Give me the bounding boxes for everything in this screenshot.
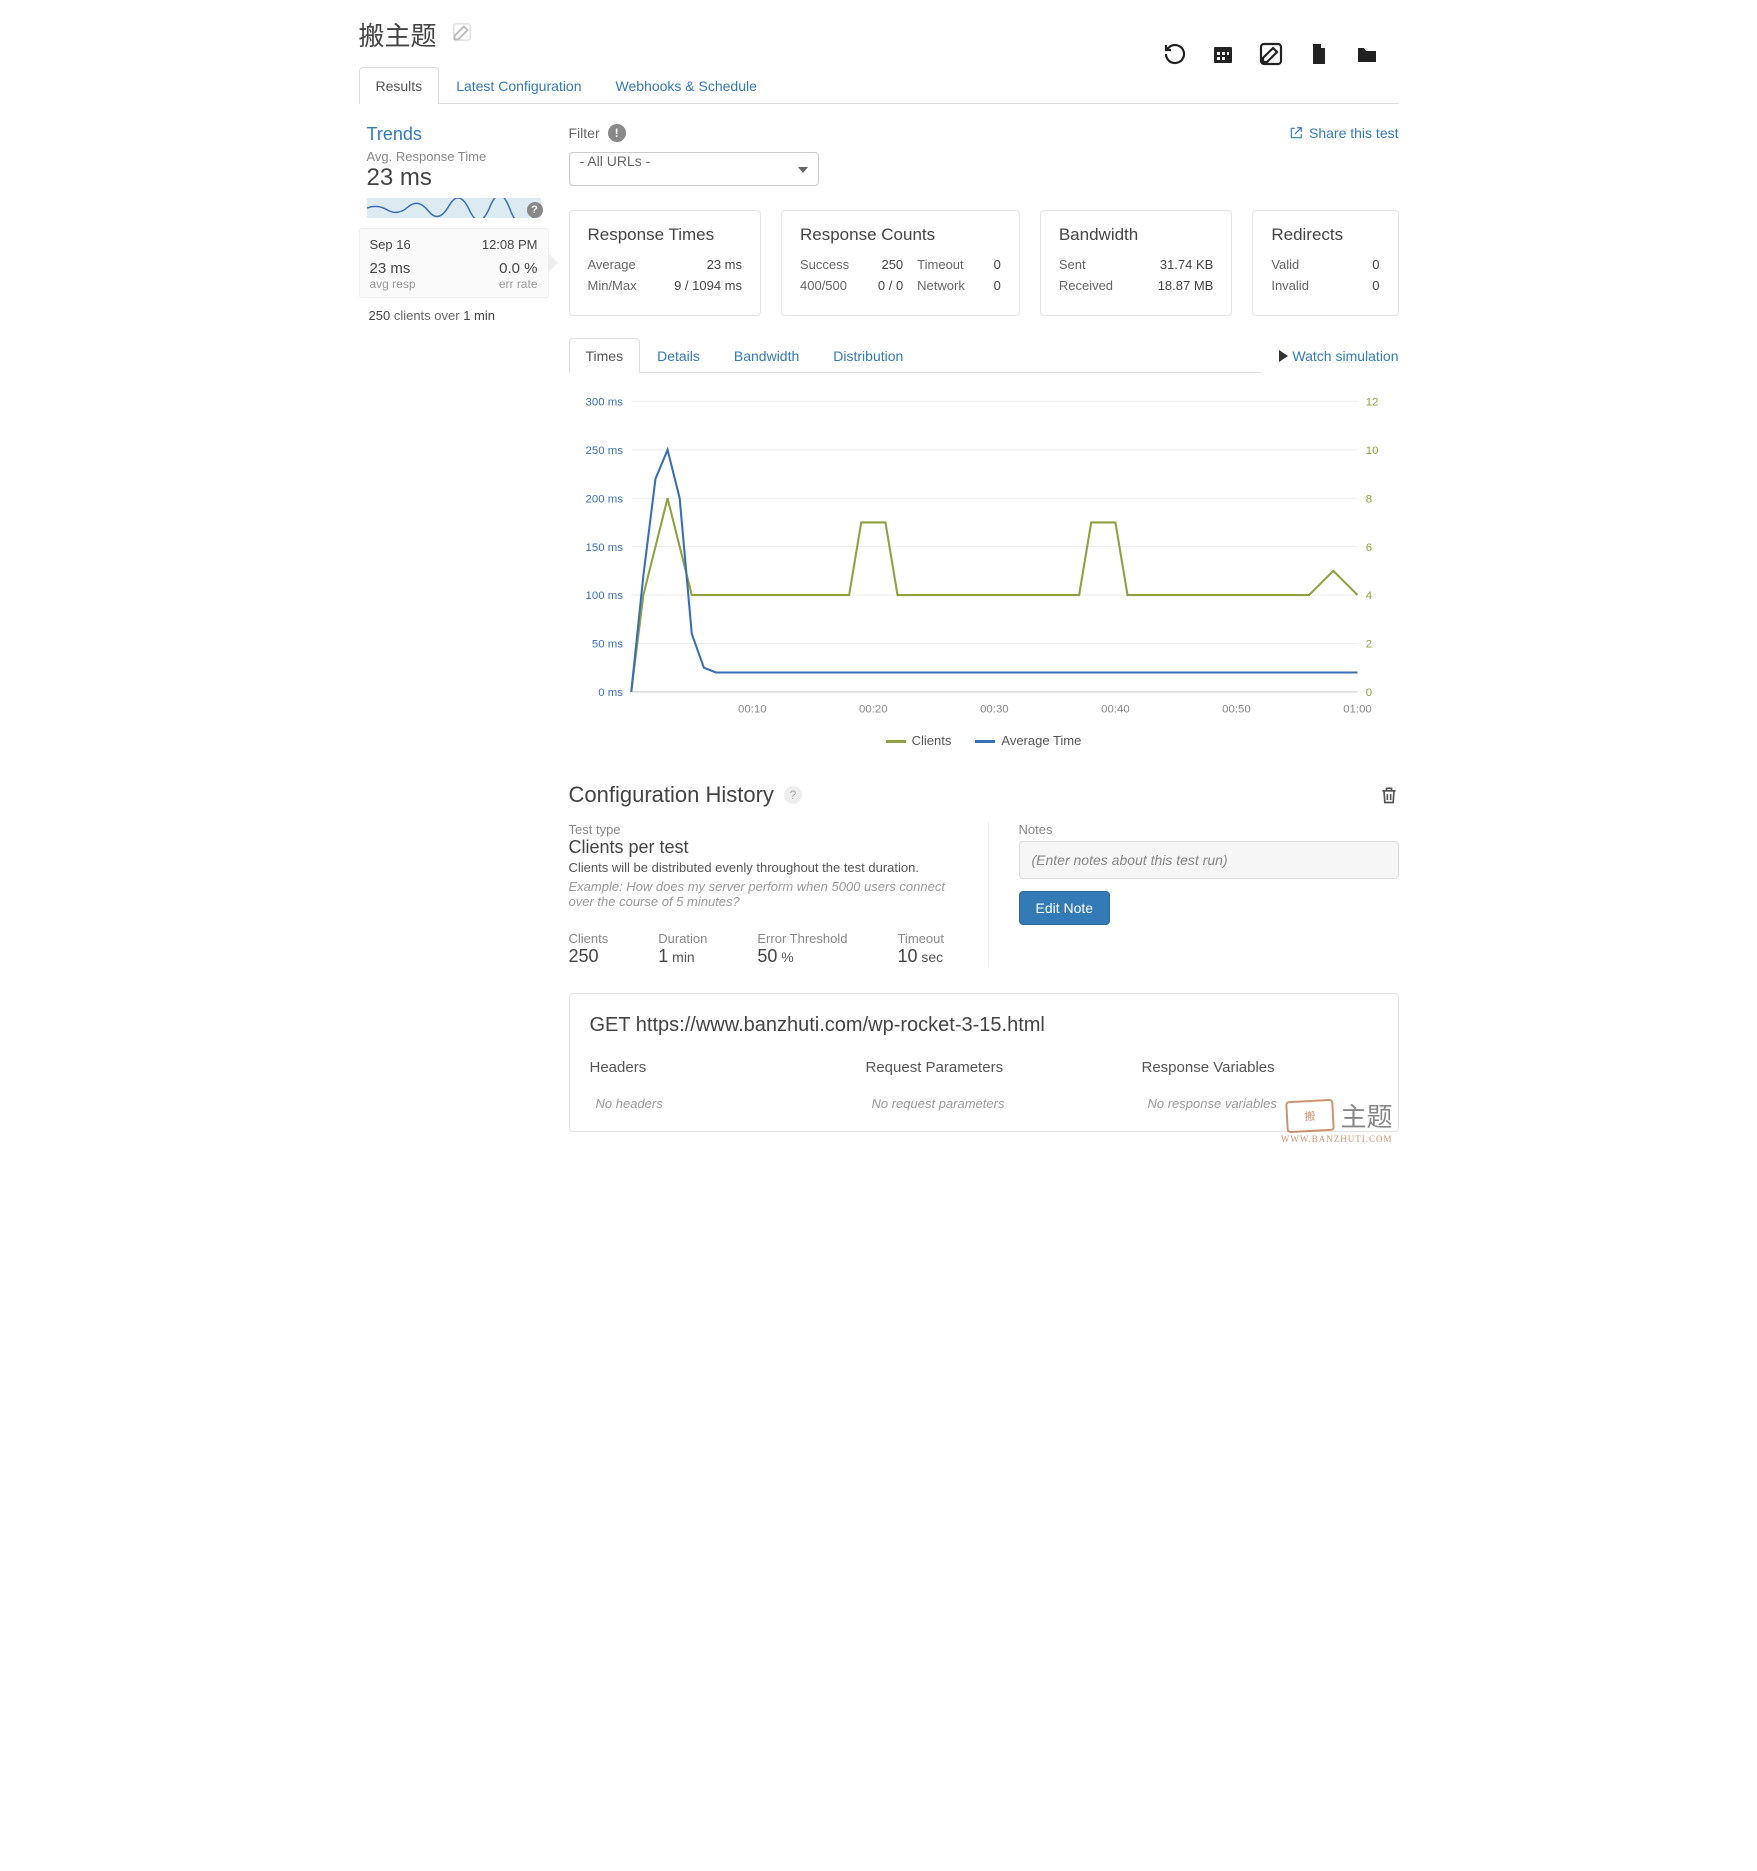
- svg-text:0: 0: [1365, 687, 1371, 699]
- svg-text:200 ms: 200 ms: [585, 493, 623, 505]
- run-summary: 250 clients over 1 min: [359, 298, 549, 333]
- svg-text:00:40: 00:40: [1101, 704, 1130, 716]
- help-icon[interactable]: ?: [784, 786, 802, 804]
- vars-title: Response Variables: [1142, 1059, 1378, 1076]
- svg-text:0 ms: 0 ms: [598, 687, 623, 699]
- svg-text:150 ms: 150 ms: [585, 542, 623, 554]
- config-history-title: Configuration History ?: [569, 782, 802, 808]
- headers-title: Headers: [590, 1059, 826, 1076]
- svg-text:01:00: 01:00: [1343, 704, 1372, 716]
- trends-subtitle: Avg. Response Time: [359, 145, 549, 164]
- chart-tabs: Times Details Bandwidth Distribution: [569, 338, 1262, 373]
- test-type-label: Test type: [569, 822, 958, 837]
- edit-note-button[interactable]: Edit Note: [1019, 891, 1111, 925]
- request-line: GET https://www.banzhuti.com/wp-rocket-3…: [590, 1014, 1378, 1037]
- folder-icon[interactable]: [1355, 42, 1379, 66]
- card-redirects: Redirects Valid0 Invalid0: [1252, 210, 1398, 316]
- svg-text:2: 2: [1365, 639, 1371, 651]
- card-title: Response Times: [588, 225, 743, 245]
- card-title: Bandwidth: [1059, 225, 1214, 245]
- duration-value: 1: [658, 946, 668, 966]
- vars-empty: No response variables: [1142, 1096, 1378, 1111]
- trends-value: 23 ms: [359, 164, 549, 196]
- run-card[interactable]: Sep 16 12:08 PM 23 ms 0.0 % avg resp err…: [359, 228, 549, 298]
- tab-results[interactable]: Results: [359, 67, 440, 104]
- params-title: Request Parameters: [866, 1059, 1102, 1076]
- test-type-example: Example: How does my server perform when…: [569, 879, 958, 909]
- svg-text:250 ms: 250 ms: [585, 445, 623, 457]
- filter-label: Filter: [569, 125, 600, 141]
- card-title: Response Counts: [800, 225, 1001, 245]
- run-err-label: err rate: [499, 277, 538, 291]
- refresh-icon[interactable]: [1163, 42, 1187, 66]
- chart: 0 ms 50 ms 100 ms 150 ms 200 ms 250 ms 300 ms 0…: [569, 387, 1399, 748]
- edit-icon[interactable]: [1259, 42, 1283, 66]
- file-icon[interactable]: [1307, 42, 1331, 66]
- trends-title[interactable]: Trends: [359, 124, 549, 145]
- main-tabs: Results Latest Configuration Webhooks & …: [359, 67, 1399, 104]
- tab-times[interactable]: Times: [569, 338, 641, 373]
- tab-distribution[interactable]: Distribution: [816, 338, 920, 373]
- run-time: 12:08 PM: [482, 237, 538, 252]
- run-avg-label: avg resp: [370, 277, 416, 291]
- error-threshold-label: Error Threshold: [757, 931, 847, 946]
- clients-value: 250: [569, 946, 609, 967]
- tab-details[interactable]: Details: [640, 338, 717, 373]
- legend-clients: Clients: [886, 733, 952, 748]
- trends-sparkline: ?: [367, 198, 541, 218]
- play-icon: [1279, 350, 1288, 362]
- timeout-label: Timeout: [897, 931, 943, 946]
- edit-title-icon[interactable]: [451, 21, 473, 49]
- svg-text:8: 8: [1365, 493, 1371, 505]
- tab-config[interactable]: Latest Configuration: [439, 67, 598, 104]
- duration-label: Duration: [658, 931, 707, 946]
- help-icon[interactable]: ?: [527, 202, 543, 218]
- svg-text:4: 4: [1365, 590, 1372, 602]
- request-card: GET https://www.banzhuti.com/wp-rocket-3…: [569, 993, 1399, 1132]
- test-type-value: Clients per test: [569, 837, 958, 858]
- run-avg: 23 ms: [370, 260, 411, 277]
- svg-text:100 ms: 100 ms: [585, 590, 623, 602]
- run-err: 0.0 %: [499, 260, 537, 277]
- svg-text:00:10: 00:10: [738, 704, 767, 716]
- notes-label: Notes: [1019, 822, 1399, 837]
- svg-text:00:50: 00:50: [1222, 704, 1251, 716]
- card-response-times: Response Times Average23 ms Min/Max9 / 1…: [569, 210, 762, 316]
- url-filter-select[interactable]: - All URLs -: [569, 152, 819, 186]
- test-type-desc: Clients will be distributed evenly throu…: [569, 860, 958, 875]
- svg-text:00:20: 00:20: [859, 704, 888, 716]
- run-date: Sep 16: [370, 237, 411, 252]
- notes-field[interactable]: (Enter notes about this test run): [1019, 841, 1399, 879]
- svg-text:10: 10: [1365, 445, 1378, 457]
- tab-webhooks[interactable]: Webhooks & Schedule: [599, 67, 774, 104]
- clients-label: Clients: [569, 931, 609, 946]
- card-bandwidth: Bandwidth Sent31.74 KB Received18.87 MB: [1040, 210, 1233, 316]
- legend-avg: Average Time: [975, 733, 1081, 748]
- card-response-counts: Response Counts Success250 Timeout0 400/…: [781, 210, 1020, 316]
- url-filter-value: - All URLs -: [580, 153, 651, 169]
- svg-text:300 ms: 300 ms: [585, 397, 623, 409]
- error-threshold-value: 50: [757, 946, 777, 966]
- svg-text:00:30: 00:30: [980, 704, 1009, 716]
- params-empty: No request parameters: [866, 1096, 1102, 1111]
- svg-text:6: 6: [1365, 542, 1371, 554]
- svg-text:12: 12: [1365, 397, 1378, 409]
- page-title: 搬主题: [359, 16, 437, 53]
- tab-bandwidth-chart[interactable]: Bandwidth: [717, 338, 816, 373]
- headers-empty: No headers: [590, 1096, 826, 1111]
- timeout-value: 10: [897, 946, 917, 966]
- card-title: Redirects: [1271, 225, 1379, 245]
- calendar-icon[interactable]: [1211, 42, 1235, 66]
- svg-text:50 ms: 50 ms: [591, 639, 622, 651]
- trash-icon[interactable]: [1379, 784, 1399, 806]
- share-link[interactable]: Share this test: [1289, 125, 1399, 141]
- chevron-right-icon: [548, 253, 558, 273]
- watch-simulation-link[interactable]: Watch simulation: [1279, 348, 1398, 364]
- info-icon[interactable]: !: [608, 124, 626, 142]
